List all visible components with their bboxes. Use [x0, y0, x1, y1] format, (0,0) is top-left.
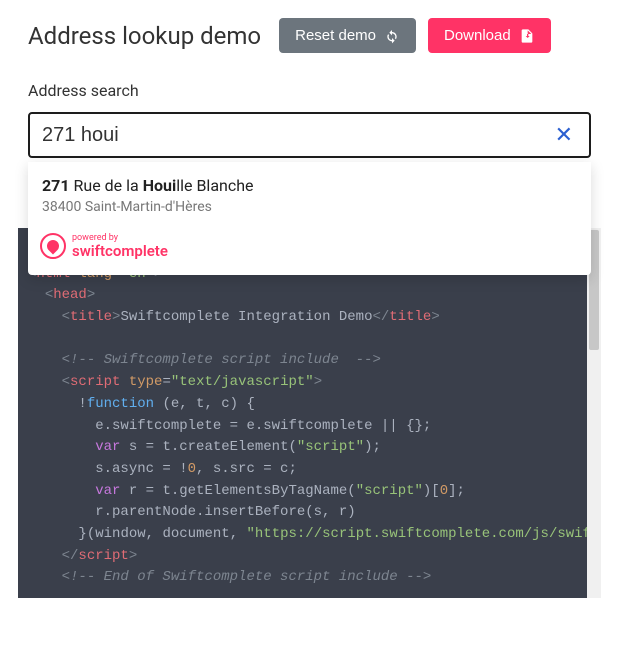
refresh-icon [384, 28, 400, 44]
address-search-input[interactable] [42, 124, 551, 147]
swiftcomplete-logo-icon [40, 233, 66, 259]
reset-label: Reset demo [295, 27, 376, 44]
result-secondary: 38400 Saint-Martin-d'Hères [42, 199, 577, 215]
close-icon: ✕ [555, 122, 573, 147]
download-icon [519, 28, 535, 44]
search-label: Address search [0, 63, 619, 106]
header-row: Address lookup demo Reset demo Download [0, 0, 619, 63]
reset-demo-button[interactable]: Reset demo [279, 18, 416, 53]
result-primary: 271 Rue de la Houille Blanche [42, 176, 577, 195]
page-title: Address lookup demo [28, 22, 261, 50]
powered-by-row[interactable]: powered by swiftcomplete [28, 227, 591, 267]
download-button[interactable]: Download [428, 18, 551, 53]
download-label: Download [444, 27, 511, 44]
search-section: ✕ 271 Rue de la Houille Blanche 38400 Sa… [0, 106, 619, 158]
clear-search-button[interactable]: ✕ [551, 122, 577, 148]
search-input-container: ✕ [28, 112, 591, 158]
code-panel: <!DOCTYPE html> <html lang="en"> <head> … [18, 228, 601, 598]
autocomplete-dropdown: 271 Rue de la Houille Blanche 38400 Sain… [28, 162, 591, 275]
powered-text: powered by swiftcomplete [72, 234, 168, 259]
code-scrollbar[interactable] [587, 228, 601, 598]
code-block: <!DOCTYPE html> <html lang="en"> <head> … [18, 228, 601, 598]
autocomplete-result[interactable]: 271 Rue de la Houille Blanche 38400 Sain… [28, 162, 591, 227]
